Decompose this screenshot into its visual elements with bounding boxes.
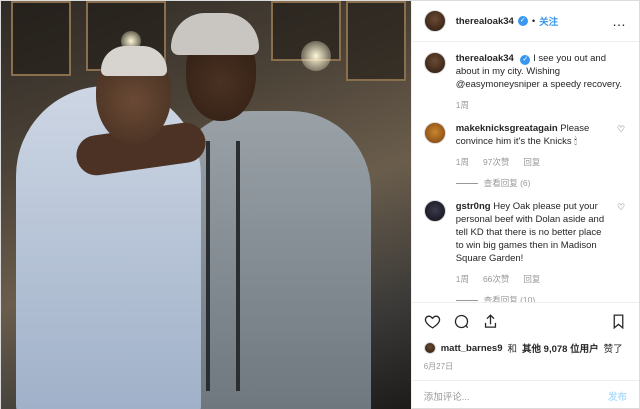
background-shelf bbox=[346, 1, 406, 81]
hoodie-zipper bbox=[236, 141, 240, 391]
comment-time[interactable]: 1周 bbox=[456, 273, 469, 286]
avatar[interactable] bbox=[423, 200, 446, 222]
caption-username[interactable]: therealoak34 bbox=[456, 53, 514, 64]
verified-badge-icon: ✓ bbox=[520, 55, 531, 65]
follow-button[interactable]: 关注 bbox=[539, 14, 558, 28]
comment-like-heart-icon[interactable]: ♡ bbox=[617, 124, 627, 190]
likes-suffix: 赞了 bbox=[603, 344, 623, 355]
likes-others[interactable]: 其他 9,078 位用户 bbox=[522, 341, 599, 355]
add-comment-input[interactable]: 添加评论... bbox=[424, 389, 470, 403]
replies-line bbox=[455, 300, 478, 301]
avatar[interactable] bbox=[423, 10, 446, 32]
background-light bbox=[301, 41, 331, 71]
caption-time[interactable]: 1周 bbox=[456, 99, 469, 112]
person-right-hoodie bbox=[171, 111, 371, 409]
heart-icon[interactable] bbox=[424, 313, 441, 330]
comment-item: makeknicksgreatagain Please convince him… bbox=[423, 122, 627, 190]
hoodie-zipper bbox=[206, 141, 210, 391]
post-photo[interactable] bbox=[1, 1, 411, 409]
action-bar bbox=[411, 302, 639, 340]
header-username[interactable]: therealoak34 bbox=[456, 16, 514, 27]
comment-likes[interactable]: 66次赞 bbox=[483, 273, 509, 286]
more-options-icon[interactable]: … bbox=[612, 13, 627, 29]
comment-likes[interactable]: 97次赞 bbox=[483, 156, 509, 169]
separator-dot: • bbox=[531, 15, 536, 27]
comment-like-heart-icon[interactable]: ♡ bbox=[617, 202, 627, 302]
view-replies-button[interactable]: 查看回复 (10) bbox=[484, 294, 535, 302]
view-replies-button[interactable]: 查看回复 (6) bbox=[484, 177, 531, 190]
share-icon[interactable] bbox=[482, 313, 499, 330]
reply-button[interactable]: 回复 bbox=[523, 273, 540, 286]
replies-line bbox=[455, 183, 478, 184]
post-header: therealoak34 ✓ • 关注 … bbox=[411, 1, 639, 42]
verified-badge-icon: ✓ bbox=[517, 16, 528, 26]
likes-connector: 和 bbox=[507, 344, 518, 355]
person-left-hair bbox=[101, 46, 167, 76]
person-right-cap bbox=[171, 13, 259, 55]
likes-summary: matt_barnes9 和 其他 9,078 位用户 赞了 bbox=[412, 340, 639, 356]
comment-username[interactable]: gstr0ng bbox=[456, 201, 491, 212]
add-comment-bar: 添加评论... 发布 bbox=[411, 380, 639, 409]
post-comment-button[interactable]: 发布 bbox=[608, 389, 627, 403]
avatar[interactable] bbox=[423, 342, 436, 354]
bookmark-icon[interactable] bbox=[610, 313, 627, 330]
comments-list[interactable]: therealoak34 ✓ I see you out and about i… bbox=[412, 42, 639, 302]
avatar[interactable] bbox=[423, 122, 446, 144]
comment-time[interactable]: 1周 bbox=[456, 156, 469, 169]
comment-username[interactable]: makeknicksgreatagain bbox=[456, 123, 558, 134]
comment-icon[interactable] bbox=[453, 313, 470, 330]
comment-item: gstr0ng Hey Oak please put your personal… bbox=[423, 200, 627, 302]
instagram-post: therealoak34 ✓ • 关注 … therealoak34 ✓ I s… bbox=[0, 0, 640, 409]
reply-button[interactable]: 回复 bbox=[523, 156, 540, 169]
background-shelf bbox=[11, 1, 71, 76]
avatar[interactable] bbox=[423, 52, 446, 74]
post-date: 6月27日 bbox=[423, 362, 454, 371]
caption: therealoak34 ✓ I see you out and about i… bbox=[423, 52, 627, 112]
post-sidebar: therealoak34 ✓ • 关注 … therealoak34 ✓ I s… bbox=[410, 1, 639, 409]
liker-username[interactable]: matt_barnes9 bbox=[441, 343, 503, 354]
